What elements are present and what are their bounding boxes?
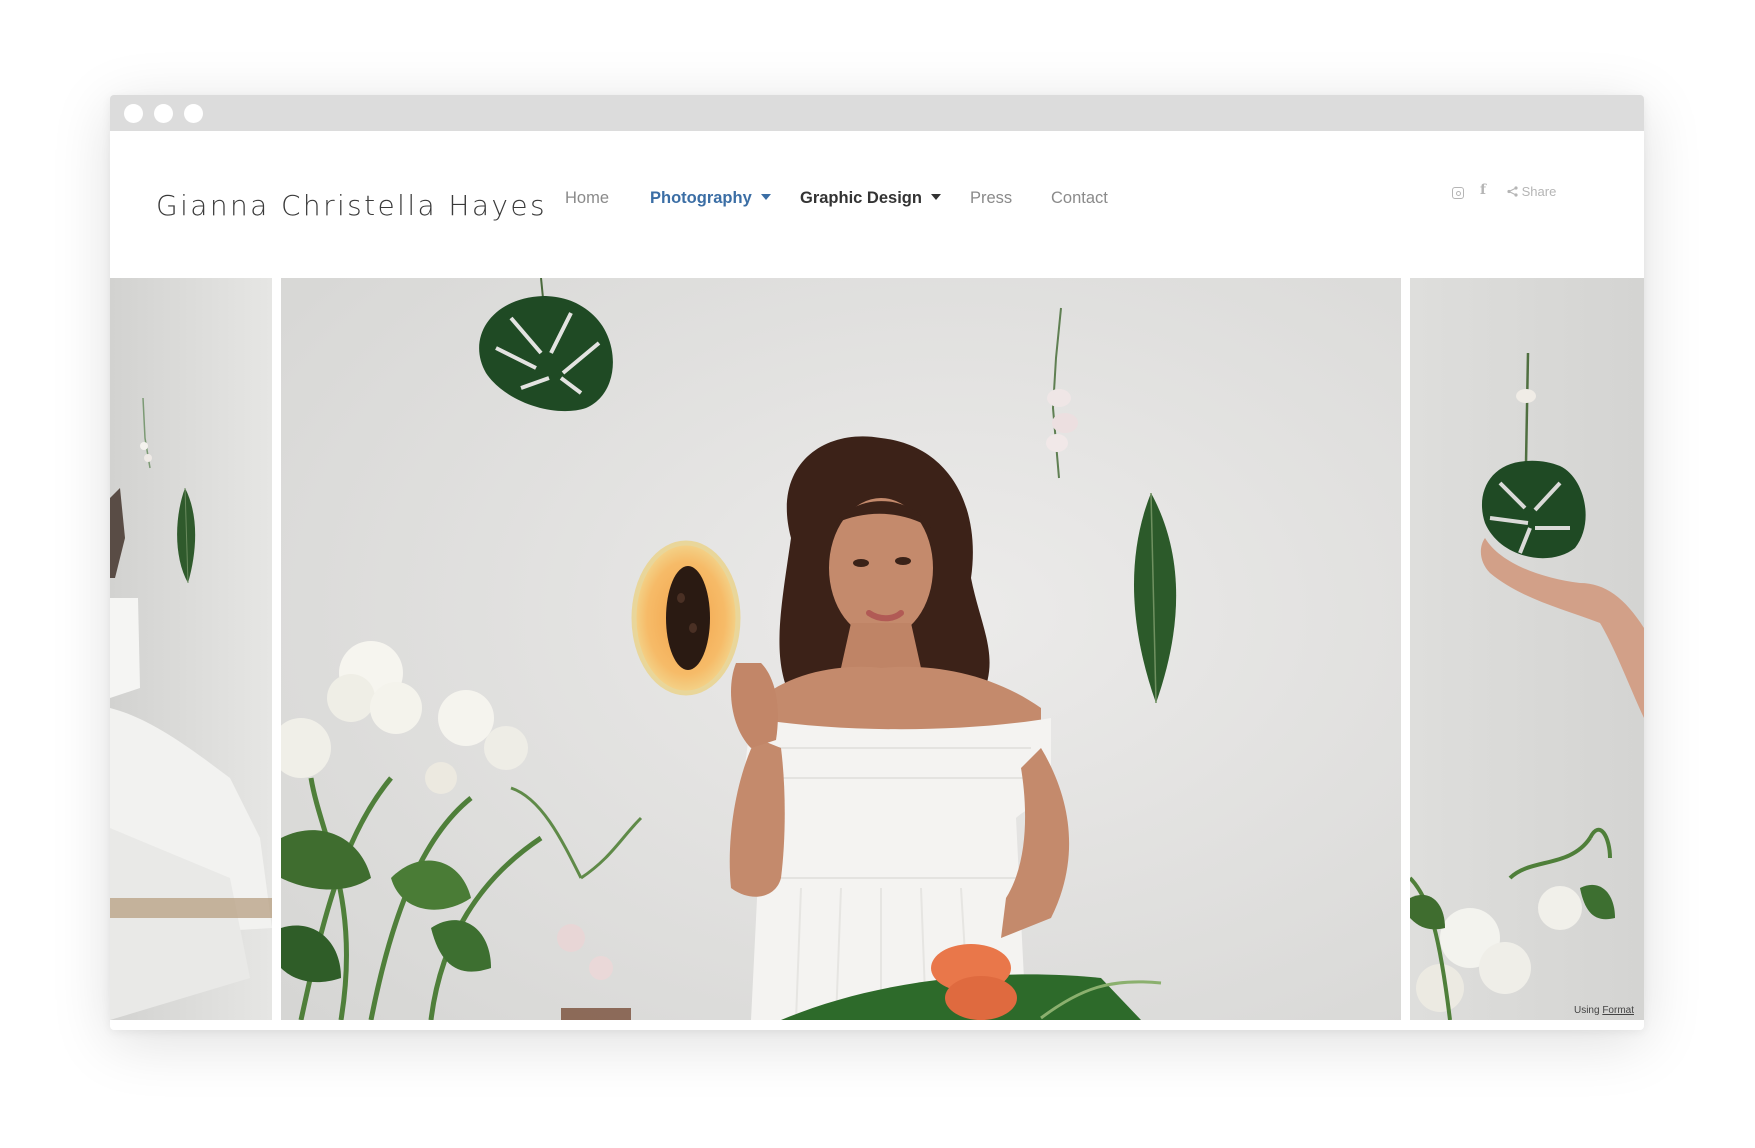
credit-prefix: Using xyxy=(1573,1005,1600,1016)
gallery-photo-previous[interactable] xyxy=(110,278,272,1020)
nav-graphic-design-label: Graphic Design xyxy=(800,189,922,207)
share-button[interactable]: Share xyxy=(1507,184,1556,199)
nav-graphic-design[interactable]: Graphic Design xyxy=(800,189,941,208)
credit-link[interactable]: Format xyxy=(1602,1005,1634,1016)
facebook-link[interactable]: f xyxy=(1480,182,1486,198)
nav-contact[interactable]: Contact xyxy=(1051,189,1108,208)
instagram-icon xyxy=(1452,187,1464,199)
gallery-photo-main[interactable] xyxy=(281,278,1401,1020)
photo-gallery: Using Format xyxy=(110,278,1644,1020)
maximize-dot[interactable] xyxy=(184,104,203,123)
photo-main-image xyxy=(281,278,1401,1020)
nav-photography-label: Photography xyxy=(650,189,752,207)
chevron-down-icon xyxy=(930,194,941,200)
chevron-down-icon xyxy=(760,194,771,200)
gallery-photo-next[interactable]: Using Format xyxy=(1410,278,1644,1020)
photo-previous-image xyxy=(110,278,272,1020)
nav-press[interactable]: Press xyxy=(970,189,1012,208)
nav-photography[interactable]: Photography xyxy=(650,189,771,208)
nav-home[interactable]: Home xyxy=(565,189,609,208)
minimize-dot[interactable] xyxy=(154,104,173,123)
instagram-link[interactable] xyxy=(1452,187,1464,202)
site-title[interactable]: Gianna Christella Hayes xyxy=(156,189,547,222)
photo-next-image xyxy=(1410,278,1644,1020)
close-dot[interactable] xyxy=(124,104,143,123)
format-credit: Using Format xyxy=(1574,1005,1634,1016)
share-label: Share xyxy=(1521,184,1557,199)
site-header: Gianna Christella Hayes Home Photography… xyxy=(110,131,1644,278)
facebook-icon: f xyxy=(1480,182,1487,198)
share-icon xyxy=(1507,186,1518,197)
browser-titlebar xyxy=(110,95,1644,131)
browser-window: Gianna Christella Hayes Home Photography… xyxy=(110,95,1644,1030)
